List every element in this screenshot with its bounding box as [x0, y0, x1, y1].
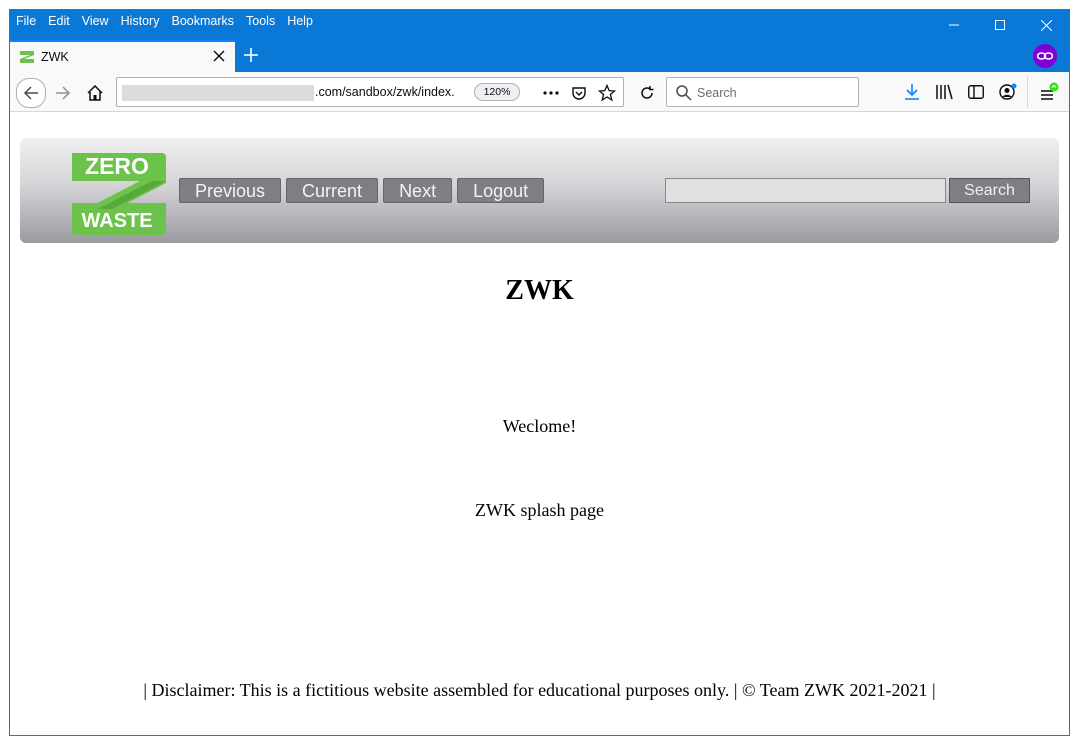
address-bar[interactable]: .com/sandbox/zwk/index. 120% [116, 77, 624, 107]
zero-waste-logo[interactable]: ZERO WASTE [68, 151, 166, 235]
home-icon [87, 85, 103, 101]
toolbar-separator [1027, 76, 1028, 108]
tab-title: ZWK [41, 50, 69, 64]
zwk-favicon-icon [20, 51, 34, 63]
sidebar-icon [968, 85, 984, 99]
app-menu-button[interactable] [1037, 80, 1061, 104]
web-page: ZERO WASTE Previous Current Next Logout … [10, 113, 1069, 735]
back-button[interactable] [16, 78, 46, 108]
site-header: ZERO WASTE Previous Current Next Logout … [20, 138, 1059, 243]
pocket-icon [572, 87, 586, 100]
site-search-input[interactable] [665, 178, 946, 203]
site-search-button[interactable]: Search [949, 178, 1030, 203]
menu-edit[interactable]: Edit [48, 14, 70, 28]
account-icon [999, 83, 1017, 100]
splash-text: ZWK splash page [475, 500, 604, 520]
nav-next-button[interactable]: Next [383, 178, 453, 203]
reload-icon [641, 86, 654, 99]
nav-previous-button[interactable]: Previous [179, 178, 282, 203]
welcome-text: Weclome! [502, 416, 577, 436]
downloads-button[interactable] [900, 80, 924, 104]
menu-help[interactable]: Help [287, 14, 313, 28]
pocket-button[interactable] [569, 83, 589, 103]
close-icon [1040, 19, 1052, 31]
title-bar: File Edit View History Bookmarks Tools H… [10, 10, 1069, 40]
page-title: ZWK [505, 275, 574, 306]
library-icon [936, 84, 953, 100]
maximize-button[interactable] [977, 10, 1023, 40]
browser-search-bar[interactable]: Search [666, 77, 859, 107]
nav-logout-button[interactable]: Logout [457, 178, 545, 203]
navigation-toolbar: .com/sandbox/zwk/index. 120% Search [10, 72, 1069, 112]
menu-history[interactable]: History [121, 14, 160, 28]
menu-bookmarks[interactable]: Bookmarks [171, 14, 234, 28]
menu-tools[interactable]: Tools [246, 14, 275, 28]
hamburger-menu-icon [1041, 82, 1059, 100]
menu-view[interactable]: View [82, 14, 109, 28]
download-icon [905, 84, 919, 100]
redacted-url-part [122, 85, 314, 101]
menu-file[interactable]: File [16, 14, 36, 28]
library-button[interactable] [932, 80, 956, 104]
menu-bar: File Edit View History Bookmarks Tools H… [16, 14, 313, 28]
account-button[interactable] [996, 80, 1020, 104]
maximize-icon [995, 20, 1005, 30]
logo-text-bottom: WASTE [81, 210, 152, 232]
browser-window: File Edit View History Bookmarks Tools H… [9, 9, 1070, 736]
search-icon [676, 85, 692, 101]
reload-button[interactable] [634, 80, 660, 106]
tab-zwk[interactable]: ZWK [10, 40, 235, 72]
private-browsing-icon [1033, 44, 1057, 68]
footer-disclaimer: | Disclaimer: This is a fictitious websi… [143, 680, 936, 700]
zoom-indicator[interactable]: 120% [474, 83, 520, 101]
back-arrow-icon [23, 86, 38, 100]
page-actions-button[interactable] [541, 83, 561, 103]
forward-arrow-icon [56, 86, 71, 100]
site-nav: Previous Current Next Logout [179, 178, 545, 203]
sidebar-button[interactable] [964, 80, 988, 104]
home-button[interactable] [82, 80, 108, 106]
minimize-icon [949, 24, 959, 26]
bookmark-star-button[interactable] [597, 83, 617, 103]
url-text: .com/sandbox/zwk/index. [315, 85, 455, 99]
search-placeholder: Search [697, 86, 737, 100]
minimize-button[interactable] [931, 10, 977, 40]
star-icon [598, 84, 616, 102]
forward-button[interactable] [50, 80, 76, 106]
tab-strip: ZWK [10, 40, 1069, 72]
window-controls [931, 10, 1069, 40]
close-tab-icon[interactable] [211, 48, 227, 64]
logo-text-top: ZERO [85, 153, 149, 179]
nav-current-button[interactable]: Current [286, 178, 379, 203]
close-window-button[interactable] [1023, 10, 1069, 40]
more-icon [543, 91, 559, 95]
new-tab-icon[interactable] [242, 46, 260, 64]
